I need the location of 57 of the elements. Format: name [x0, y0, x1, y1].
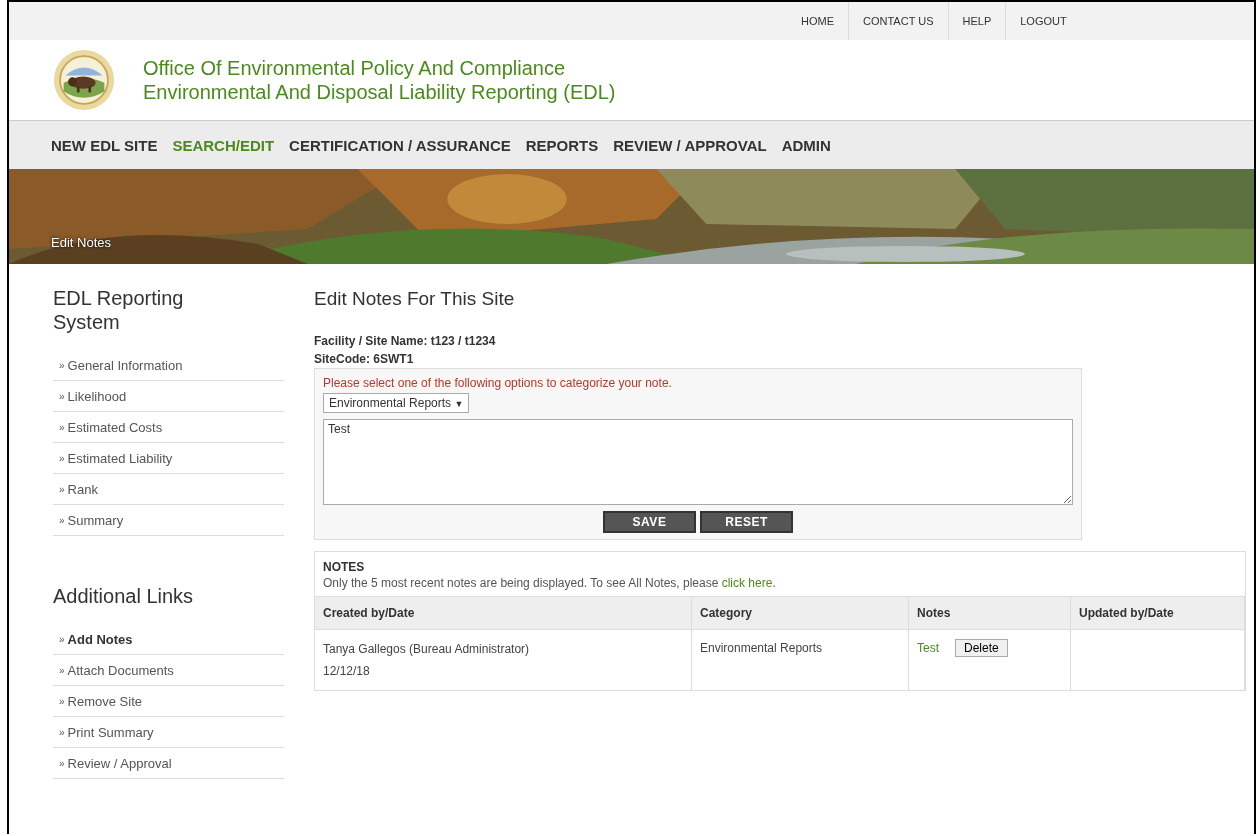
page-title: Edit Notes For This Site	[314, 288, 516, 310]
table-cell: Environmental Reports	[691, 629, 909, 690]
sidebar-link[interactable]: Attach Documents	[67, 662, 174, 678]
sidebar-link[interactable]: Review / Approval	[67, 755, 172, 771]
site-title: Office Of Environmental Policy And Compliance	[143, 56, 567, 80]
column-header: Created by/Date	[315, 596, 692, 630]
nav-link[interactable]: ADMIN	[781, 136, 831, 154]
sidebar-link[interactable]: Add Notes	[67, 631, 133, 647]
category-select[interactable]: Environmental Reports ▼	[323, 393, 470, 413]
bullet-icon: »	[59, 483, 65, 495]
nav-link[interactable]: NEW EDL SITE	[51, 136, 158, 154]
facility-name: Facility / Site Name: t123 / t1234	[314, 333, 497, 350]
bullet-icon: »	[59, 390, 65, 402]
delete-button[interactable]: Delete	[955, 639, 1008, 657]
bullet-icon: »	[59, 757, 65, 769]
nav-link[interactable]: REPORTS	[525, 136, 599, 154]
notes-message: Only the 5 most recent notes are being displayed. To see All Notes, please click here.	[322, 576, 777, 592]
bullet-icon: »	[59, 726, 65, 738]
bullet-icon: »	[59, 421, 65, 433]
sidebar-link[interactable]: Summary	[67, 512, 124, 528]
column-header: Category	[691, 596, 909, 630]
sidebar-link[interactable]: Likelihood	[67, 388, 127, 404]
sidebar-link[interactable]: General Information	[67, 357, 183, 373]
instruction-text: Please select one of the following options to categorize your note.	[323, 375, 673, 391]
utility-link[interactable]: LOGOUT	[1005, 2, 1081, 40]
utility-link[interactable]: CONTACT US	[848, 2, 948, 40]
bullet-icon: »	[59, 664, 65, 676]
bullet-icon: »	[59, 514, 65, 526]
site-subtitle: Environmental And Disposal Liability Reporting (EDL)	[143, 80, 616, 104]
bullet-icon: »	[59, 359, 65, 371]
note-textarea[interactable]: Test	[323, 419, 1073, 505]
created-by: Tanya Gallegos (Bureau Administrator)	[323, 641, 531, 658]
site-code: SiteCode: 6SWT1	[314, 351, 415, 368]
utility-link[interactable]: HOME	[787, 2, 848, 40]
reset-button[interactable]: RESET	[700, 511, 793, 533]
bullet-icon: »	[59, 695, 65, 707]
sidebar-heading: Additional Links	[53, 584, 195, 608]
sidebar-link[interactable]: Remove Site	[67, 693, 142, 709]
created-date: 12/12/18	[323, 663, 371, 680]
column-header: Updated by/Date	[1070, 596, 1245, 630]
bullet-icon: »	[59, 452, 65, 464]
nav-link[interactable]: SEARCH/EDIT	[172, 136, 275, 154]
notes-heading: NOTES	[322, 559, 366, 576]
sidebar-link[interactable]: Print Summary	[67, 724, 154, 740]
sidebar-heading: EDL Reporting System	[53, 286, 185, 334]
page-caption: Edit Notes	[51, 235, 111, 250]
bullet-icon: »	[59, 633, 65, 645]
nav-link[interactable]: CERTIFICATION / ASSURANCE	[289, 136, 511, 154]
column-header: Notes	[908, 596, 1071, 630]
utility-link[interactable]: HELP	[947, 2, 1006, 40]
note-link[interactable]: Test	[917, 641, 939, 655]
seal-logo	[53, 49, 115, 111]
sidebar-link[interactable]: Estimated Liability	[67, 450, 173, 466]
sidebar-link[interactable]: Estimated Costs	[67, 419, 163, 435]
nav-link[interactable]: REVIEW / APPROVAL	[613, 136, 767, 154]
sidebar-link[interactable]: Rank	[67, 481, 98, 497]
save-button[interactable]: SAVE	[603, 511, 696, 533]
